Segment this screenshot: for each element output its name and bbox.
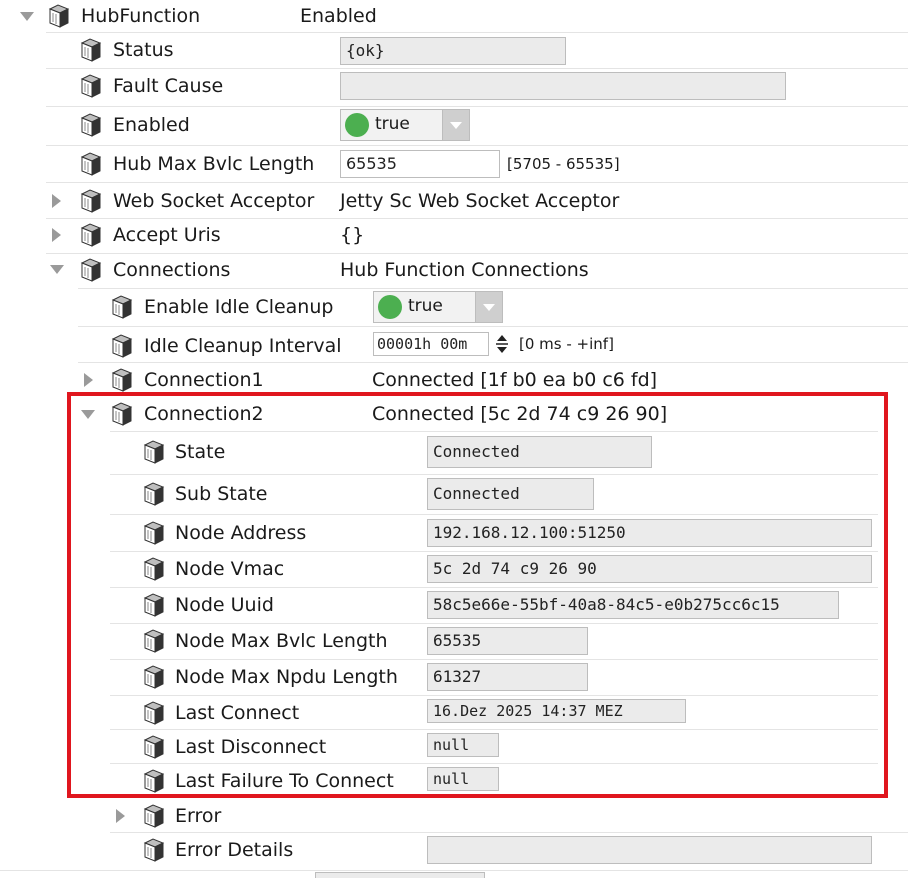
component-cube-icon [143,557,165,581]
expand-arrow-icon[interactable] [20,12,34,21]
expand-arrow-icon[interactable] [52,228,61,242]
web-socket-value: Jetty Sc Web Socket Acceptor [340,190,620,212]
node-uuid-label: Node Uuid [175,594,274,616]
accept-uris-label: Accept Uris [113,224,221,246]
component-cube-icon [80,223,102,247]
last-failure-field: null [427,767,499,791]
component-cube-icon [143,482,165,506]
component-cube-icon [143,838,165,862]
expand-arrow-icon[interactable] [52,194,61,208]
chevron-down-icon[interactable] [442,110,469,140]
node-vmac-label: Node Vmac [175,558,285,580]
expand-arrow-icon[interactable] [84,373,93,387]
idle-interval-input[interactable]: 00001h 00m [373,332,489,356]
component-cube-icon [143,440,165,464]
state-label: State [175,441,226,463]
sub-state-label: Sub State [175,483,268,505]
status-green-dot-icon [345,113,369,137]
component-cube-icon [143,769,165,793]
component-cube-icon [143,665,165,689]
last-failure-label: Last Failure To Connect [175,770,394,792]
component-cube-icon [80,258,102,282]
connections-label: Connections [113,259,231,281]
enabled-select-value: true [375,114,410,134]
idle-cleanup-label: Enable Idle Cleanup [144,296,334,318]
component-cube-icon [80,113,102,137]
sub-state-field: Connected [427,478,594,510]
component-cube-icon [111,295,133,319]
hubfunction-label: HubFunction [81,5,201,27]
error-details-field [427,836,872,864]
connection1-value: Connected [1f b0 ea b0 c6 fd] [372,369,658,391]
component-cube-icon [143,735,165,759]
component-cube-icon [143,521,165,545]
hubfunction-value: Enabled [300,5,377,27]
node-max-npdu-field: 61327 [427,663,588,691]
component-cube-icon [111,402,133,426]
hub-max-bvlc-range: [5705 - 65535] [507,155,620,173]
fault-cause-label: Fault Cause [113,75,224,97]
state-field: Connected [427,436,652,468]
expand-arrow-icon[interactable] [81,410,95,419]
connection1-label: Connection1 [144,369,264,391]
enabled-select[interactable]: true [340,109,470,141]
chevron-down-icon[interactable] [475,292,502,322]
node-max-bvlc-label: Node Max Bvlc Length [175,630,388,652]
tree-row-cutoff [315,872,485,878]
error-details-label: Error Details [175,839,294,861]
node-max-npdu-label: Node Max Npdu Length [175,666,398,688]
component-cube-icon [80,74,102,98]
idle-cleanup-select-value: true [408,296,443,316]
component-cube-icon [143,629,165,653]
node-max-bvlc-field: 65535 [427,627,588,655]
idle-interval-label: Idle Cleanup Interval [144,335,342,357]
idle-interval-range: [0 ms - +inf] [519,335,614,353]
connections-value: Hub Function Connections [340,259,589,281]
last-connect-field: 16.Dez 2025 14:37 MEZ [427,699,686,723]
expand-arrow-icon[interactable] [116,809,125,823]
spinner-arrows-icon[interactable] [494,333,510,355]
component-cube-icon [111,368,133,392]
error-label: Error [175,805,222,827]
status-field: {ok} [340,37,566,65]
web-socket-label: Web Socket Acceptor [113,190,315,212]
hub-max-bvlc-label: Hub Max Bvlc Length [113,153,315,175]
last-disconnect-field: null [427,733,499,757]
component-cube-icon [143,804,165,828]
enabled-label: Enabled [113,114,190,136]
component-cube-icon [143,593,165,617]
node-address-field: 192.168.12.100:51250 [427,519,872,547]
node-vmac-field: 5c 2d 74 c9 26 90 [427,555,872,583]
expand-arrow-icon[interactable] [50,265,64,274]
component-cube-icon [143,701,165,725]
component-cube-icon [80,152,102,176]
node-uuid-field: 58c5e66e-55bf-40a8-84c5-e0b275cc6c15 [427,591,839,619]
component-cube-icon [80,189,102,213]
hub-max-bvlc-input[interactable]: 65535 [340,150,500,178]
last-disconnect-label: Last Disconnect [175,736,327,758]
status-green-dot-icon [378,295,402,319]
idle-cleanup-select[interactable]: true [373,291,503,323]
connection2-label: Connection2 [144,403,264,425]
accept-uris-value: {} [340,224,365,246]
fault-cause-field [340,72,786,100]
node-address-label: Node Address [175,522,307,544]
status-label: Status [113,39,174,61]
last-connect-label: Last Connect [175,702,300,724]
component-cube-icon [80,38,102,62]
component-cube-icon [111,334,133,358]
connection2-value: Connected [5c 2d 74 c9 26 90] [372,403,668,425]
component-cube-icon [48,4,70,28]
